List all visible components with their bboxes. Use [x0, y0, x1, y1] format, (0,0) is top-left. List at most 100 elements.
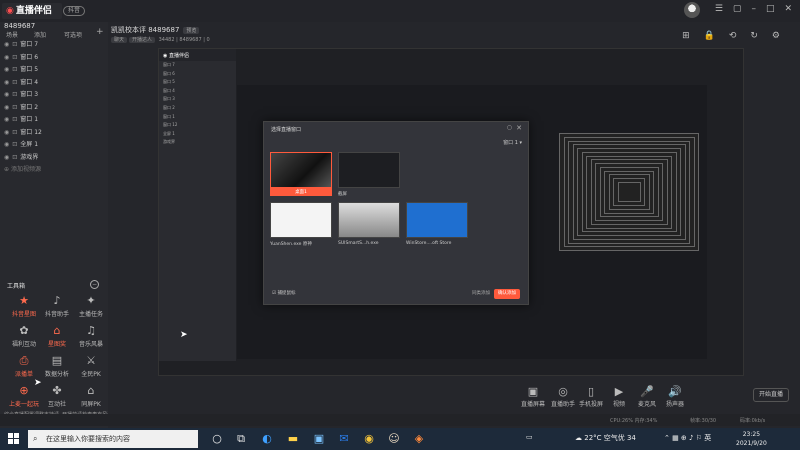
control-button[interactable]: ▶ 视频	[604, 386, 634, 408]
capture-mouse-checkbox[interactable]: ☑ 捕捉鼠标	[272, 290, 295, 296]
tool-item[interactable]: ⌂ 星图奖	[40, 325, 74, 349]
skin-icon[interactable]: ▢	[733, 4, 742, 14]
tray-icons[interactable]: ⌃ ▦ ⊕ ♪ ⚐ 英	[664, 433, 711, 443]
close-icon[interactable]: ✕	[516, 124, 522, 132]
tool-item[interactable]: ♪ 抖音助手	[40, 295, 74, 319]
windows-start-icon[interactable]	[8, 433, 20, 445]
thumb-image	[270, 202, 332, 238]
tool-item[interactable]: ⊕ 上麦一起玩	[7, 385, 41, 409]
settings-icon[interactable]: ⚙	[772, 31, 780, 41]
tool-item[interactable]: ★ 抖音星图	[7, 294, 41, 319]
clock[interactable]: 23:25 2021/9/20	[736, 430, 767, 448]
tool-item[interactable]: ⚔ 全民PK	[74, 355, 108, 379]
mail-icon[interactable]: ✉	[337, 432, 351, 446]
maximize-icon[interactable]: □	[766, 4, 775, 14]
window-select[interactable]: 窗口 1 ▾	[503, 139, 522, 146]
menu-icon[interactable]: ☰	[715, 4, 723, 14]
visibility-icon[interactable]: ◉	[4, 104, 9, 111]
control-button[interactable]: 🎤 麦克风	[632, 386, 662, 408]
taskbar-search[interactable]: ⌕ 在这里输入你要搜索的内容	[28, 430, 198, 448]
scene-item[interactable]: ◉ ⊡ 窗口 1	[0, 114, 108, 127]
visibility-icon[interactable]: ◉	[4, 79, 9, 86]
tool-item[interactable]: ✤ 互动社	[40, 385, 74, 409]
scene-item[interactable]: ◉ ⊡ 窗口 2	[0, 102, 108, 115]
lock-icon[interactable]: ⊡	[12, 141, 17, 148]
window-thumb[interactable]: YuanShen.exe 原神	[270, 202, 332, 247]
weather-widget[interactable]: ☁ 22°C 空气优 34	[575, 433, 636, 443]
edge-icon[interactable]: ◐	[260, 432, 274, 446]
mirror-scene-item: 游戏界	[163, 139, 175, 145]
lock-icon[interactable]: ⊡	[12, 154, 17, 161]
room-title: 凯凯校本评 8489687 预览	[111, 25, 200, 35]
lock-icon[interactable]: ⊡	[12, 54, 17, 61]
control-button[interactable]: ◎ 直播助手	[548, 386, 578, 408]
search-icon[interactable]: ○	[507, 124, 512, 131]
visibility-icon[interactable]: ◉	[4, 54, 9, 61]
lock-icon[interactable]: 🔒	[704, 31, 715, 41]
lock-icon[interactable]: ⊡	[12, 79, 17, 86]
visibility-icon[interactable]: ◉	[4, 91, 9, 98]
refresh-icon[interactable]: ⟲	[729, 31, 737, 41]
lock-icon[interactable]: ⊡	[12, 41, 17, 48]
tool-item[interactable]: ⌂ 同屏PK	[74, 385, 108, 409]
tool-item[interactable]: ⎙ 派播单	[7, 355, 41, 379]
tool-item[interactable]: ♫ 音乐风暴	[74, 324, 108, 349]
scene-item[interactable]: ◉ ⊡ 窗口 7	[0, 39, 108, 52]
status-bitrate: 码率:0kb/s	[740, 418, 766, 424]
control-button[interactable]: ▯ 手机投屏	[576, 386, 606, 408]
live-companion-taskbar-icon[interactable]: ◈	[412, 432, 426, 446]
visibility-icon[interactable]: ◉	[4, 116, 9, 123]
tab-scenes[interactable]: 场景	[6, 30, 18, 39]
window-thumb[interactable]: SUISmartS...h.exe	[338, 202, 400, 246]
cortana-icon[interactable]: ○	[210, 432, 224, 446]
control-button[interactable]: ▣ 直播屏幕	[518, 386, 548, 408]
lock-icon[interactable]: ⊡	[12, 104, 17, 111]
window-thumb[interactable]: 桌面1	[270, 152, 332, 196]
lock-icon[interactable]: ⊡	[12, 91, 17, 98]
add-source-button[interactable]: ⊕ 添加视频源	[0, 164, 108, 177]
info-icon[interactable]: −	[90, 280, 99, 289]
rotate-icon[interactable]: ↻	[750, 31, 758, 41]
add-icon[interactable]: +	[96, 27, 104, 37]
visibility-icon[interactable]: ◉	[4, 66, 9, 73]
scene-item[interactable]: ◉ ⊡ 窗口 12	[0, 127, 108, 140]
lock-icon[interactable]: ⊡	[12, 116, 17, 123]
layout-icon[interactable]: ⊞	[682, 31, 690, 41]
version-badge[interactable]: 抖音	[63, 6, 86, 16]
visibility-icon[interactable]: ◉	[4, 141, 9, 148]
tool-icon: ♫	[86, 324, 96, 337]
secondary-add-button[interactable]: 同类添加	[472, 290, 490, 296]
control-button[interactable]: 🔊 扬声器	[660, 386, 690, 408]
scene-item[interactable]: ◉ ⊡ 窗口 4	[0, 77, 108, 90]
tool-item[interactable]: ▤ 数据分析	[40, 355, 74, 379]
lock-icon[interactable]: ⊡	[12, 66, 17, 73]
store-icon[interactable]: ▣	[312, 432, 326, 446]
confirm-add-button[interactable]: 确认添加	[494, 289, 520, 299]
close-icon[interactable]: ✕	[784, 4, 792, 14]
lock-icon[interactable]: ⊡	[12, 129, 17, 136]
scene-item[interactable]: ◉ ⊡ 窗口 3	[0, 89, 108, 102]
game-icon[interactable]: ☺	[387, 432, 401, 446]
tool-item[interactable]: ✿ 福利互动	[7, 325, 41, 349]
scene-item[interactable]: ◉ ⊡ 窗口 5	[0, 64, 108, 77]
visibility-icon[interactable]: ◉	[4, 41, 9, 48]
tab-add[interactable]: 添加	[34, 30, 46, 39]
tab-common[interactable]: 可选项	[64, 30, 82, 39]
minimize-icon[interactable]: –	[751, 4, 756, 14]
scene-item[interactable]: ◉ ⊡ 窗口 6	[0, 52, 108, 65]
avatar[interactable]	[684, 2, 700, 18]
tool-icon: ★	[19, 294, 29, 307]
start-live-button[interactable]: 开始直播	[753, 388, 789, 402]
scene-item[interactable]: ◉ ⊡ 全屏 1	[0, 139, 108, 152]
visibility-icon[interactable]: ◉	[4, 154, 9, 161]
room-tag[interactable]: 预览	[183, 27, 200, 34]
control-icon: ▣	[527, 385, 539, 398]
task-view-icon[interactable]: ⧉	[234, 432, 248, 446]
visibility-icon[interactable]: ◉	[4, 129, 9, 136]
window-thumb[interactable]: WinStore....oft Store	[406, 202, 468, 246]
chrome-icon[interactable]: ◉	[362, 432, 376, 446]
file-explorer-icon[interactable]: ▬	[286, 432, 300, 446]
window-thumb[interactable]: 截屏	[338, 152, 400, 197]
tool-item[interactable]: ✦ 主播任务	[74, 295, 108, 319]
scene-item[interactable]: ◉ ⊡ 游戏界	[0, 152, 108, 165]
